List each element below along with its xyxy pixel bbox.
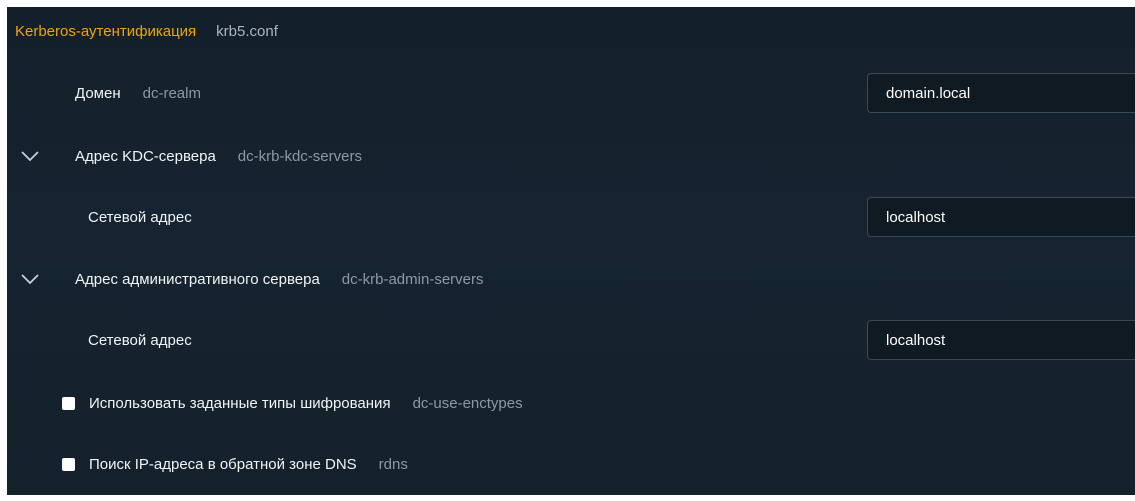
admin-address-input[interactable] — [867, 320, 1135, 360]
chevron-down-icon[interactable] — [19, 268, 41, 290]
domain-label: Домен — [75, 84, 121, 102]
rdns-key: rdns — [378, 455, 408, 473]
rdns-checkbox[interactable] — [62, 457, 75, 471]
section-file: krb5.conf — [216, 22, 278, 40]
kdc-group-header[interactable]: Адрес KDC-сервера dc-krb-kdc-servers — [7, 136, 1135, 176]
kerberos-settings-panel: Kerberos-аутентификация krb5.conf Домен … — [7, 7, 1135, 495]
admin-group-header[interactable]: Адрес административного сервера dc-krb-a… — [7, 259, 1135, 299]
kdc-address-input[interactable] — [867, 197, 1135, 237]
kdc-label: Адрес KDC-сервера — [75, 147, 216, 165]
enctypes-key: dc-use-enctypes — [412, 394, 523, 412]
enctypes-checkbox[interactable] — [62, 396, 75, 410]
rdns-row[interactable]: Поиск IP-адреса в обратной зоне DNS rdns — [7, 444, 1135, 484]
admin-key: dc-krb-admin-servers — [341, 270, 484, 288]
enctypes-label: Использовать заданные типы шифрования — [89, 394, 391, 412]
section-title: Kerberos-аутентификация — [15, 22, 197, 40]
domain-key: dc-realm — [142, 84, 201, 102]
chevron-down-icon[interactable] — [19, 145, 41, 167]
kdc-address-label: Сетевой адрес — [88, 208, 192, 226]
admin-label: Адрес административного сервера — [75, 270, 320, 288]
kdc-key: dc-krb-kdc-servers — [237, 147, 362, 165]
domain-input[interactable] — [867, 73, 1135, 113]
admin-address-label: Сетевой адрес — [88, 331, 192, 349]
rdns-label: Поиск IP-адреса в обратной зоне DNS — [89, 455, 357, 473]
enctypes-row[interactable]: Использовать заданные типы шифрования dc… — [7, 383, 1135, 423]
section-header: Kerberos-аутентификация krb5.conf — [7, 11, 1135, 51]
